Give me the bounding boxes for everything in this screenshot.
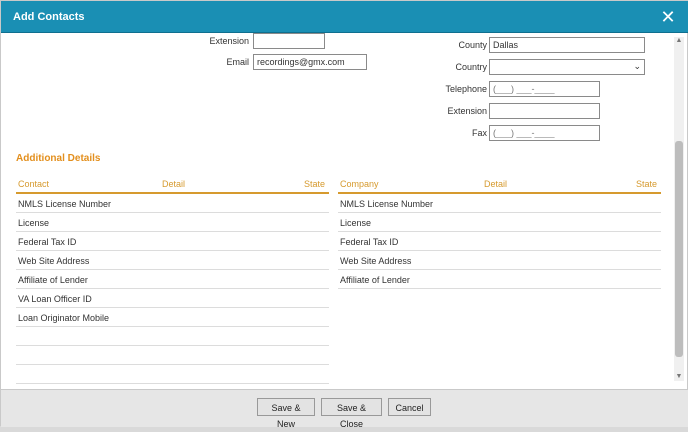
cancel-button[interactable]: Cancel [388, 398, 431, 416]
extension-label: Extension [209, 36, 249, 46]
vertical-scrollbar[interactable]: ▲ ▼ [674, 37, 684, 381]
table-row: NMLS License Number [16, 194, 329, 213]
company-cell: NMLS License Number [340, 199, 434, 209]
county-input[interactable] [489, 37, 645, 53]
contact-cell: Federal Tax ID [18, 237, 77, 247]
contact-cell: VA Loan Officer ID [18, 294, 92, 304]
company-cell: Web Site Address [340, 256, 412, 266]
additional-details-title: Additional Details [16, 153, 101, 164]
table-row: Affiliate of Lender [16, 270, 329, 289]
county-label: County [458, 40, 487, 50]
state-header: State [303, 179, 325, 189]
table-row: VA Loan Officer ID [16, 289, 329, 308]
contact-cell: Web Site Address [18, 256, 90, 266]
add-contacts-dialog: Add Contacts ✕ Extension Email County Co… [0, 0, 688, 429]
email-input[interactable] [253, 54, 367, 70]
contact-table: Contact Detail State NMLS License Number… [16, 175, 329, 389]
right-extension-label: Extension [447, 106, 487, 116]
telephone-label: Telephone [445, 84, 487, 94]
table-row: License [16, 213, 329, 232]
table-row: Federal Tax ID [16, 232, 329, 251]
table-row: Affiliate of Lender [338, 270, 661, 289]
company-cell: License [340, 218, 372, 228]
scroll-up-icon[interactable]: ▲ [675, 37, 683, 45]
table-row: Web Site Address [338, 251, 661, 270]
detail-header: Detail [162, 179, 186, 189]
chevron-down-icon: ⌄ [633, 61, 641, 71]
company-table-header: Company Detail State [338, 175, 661, 194]
table-row: Web Site Address [16, 251, 329, 270]
contact-cell: License [18, 218, 50, 228]
table-row: License [338, 213, 661, 232]
company-table: Company Detail State NMLS License Number… [338, 175, 661, 289]
company-header: Company [340, 179, 379, 189]
company-detail-header: Detail [484, 179, 508, 189]
dialog-title: Add Contacts [13, 11, 85, 23]
company-state-header: State [635, 179, 657, 189]
telephone-input[interactable] [489, 81, 600, 97]
table-row [16, 365, 329, 384]
company-cell: Affiliate of Lender [340, 275, 410, 285]
table-row [16, 346, 329, 365]
table-row [16, 327, 329, 346]
contact-cell: NMLS License Number [18, 199, 112, 209]
company-cell: Federal Tax ID [340, 237, 399, 247]
contact-cell: Loan Originator Mobile [18, 313, 110, 323]
fax-label: Fax [471, 128, 487, 138]
fax-input[interactable] [489, 125, 600, 141]
table-row: Federal Tax ID [338, 232, 661, 251]
save-new-button[interactable]: Save & New [257, 398, 315, 429]
country-label: Country [455, 62, 487, 72]
right-extension-input[interactable] [489, 103, 600, 119]
contact-table-header: Contact Detail State [16, 175, 329, 194]
email-label: Email [226, 57, 249, 67]
dialog-body: Extension Email County Country ⌄ Telepho… [1, 33, 688, 389]
dialog-footer: Save & New Save & Close Cancel [1, 389, 688, 429]
scroll-down-icon[interactable]: ▼ [675, 373, 683, 381]
scrollbar-thumb[interactable] [675, 141, 683, 357]
contact-cell: Affiliate of Lender [18, 275, 88, 285]
dialog-titlebar: Add Contacts ✕ [1, 1, 688, 33]
country-select[interactable]: ⌄ [489, 59, 645, 75]
save-close-button[interactable]: Save & Close [321, 398, 382, 429]
close-icon[interactable]: ✕ [659, 8, 677, 26]
contact-header: Contact [18, 179, 50, 189]
extension-input[interactable] [253, 33, 325, 49]
table-row: NMLS License Number [338, 194, 661, 213]
table-row: Loan Originator Mobile [16, 308, 329, 327]
